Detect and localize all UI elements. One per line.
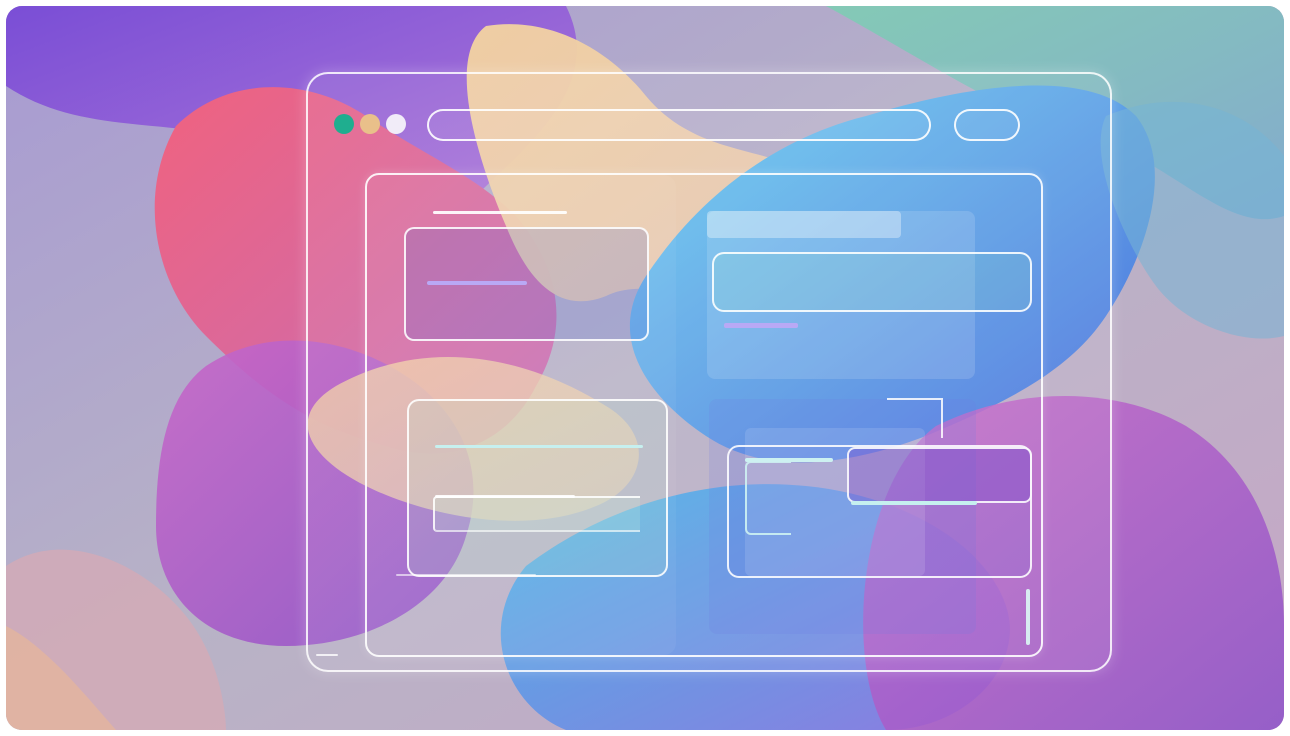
heading-line xyxy=(433,211,567,214)
card-bottom-left-line-2 xyxy=(435,495,575,498)
action-pill xyxy=(954,109,1020,141)
left-column-footer-line xyxy=(396,574,536,576)
card-bottom-left-line-1 xyxy=(435,445,643,448)
card-bottom-left xyxy=(407,399,668,577)
window-control-yellow xyxy=(360,114,380,134)
right-input-field xyxy=(712,252,1032,312)
card-bottom-right-overlay xyxy=(847,447,1032,503)
right-input-label-line xyxy=(724,323,798,328)
window-control-white xyxy=(386,114,406,134)
card-top-left-line xyxy=(427,281,527,285)
address-bar xyxy=(427,109,931,141)
scrollbar-indicator xyxy=(1026,589,1030,645)
left-corner-line xyxy=(316,654,338,656)
card-bottom-right-overlay-line xyxy=(851,501,977,505)
window-control-green xyxy=(334,114,354,134)
card-bottom-left-inner-box xyxy=(433,496,640,532)
